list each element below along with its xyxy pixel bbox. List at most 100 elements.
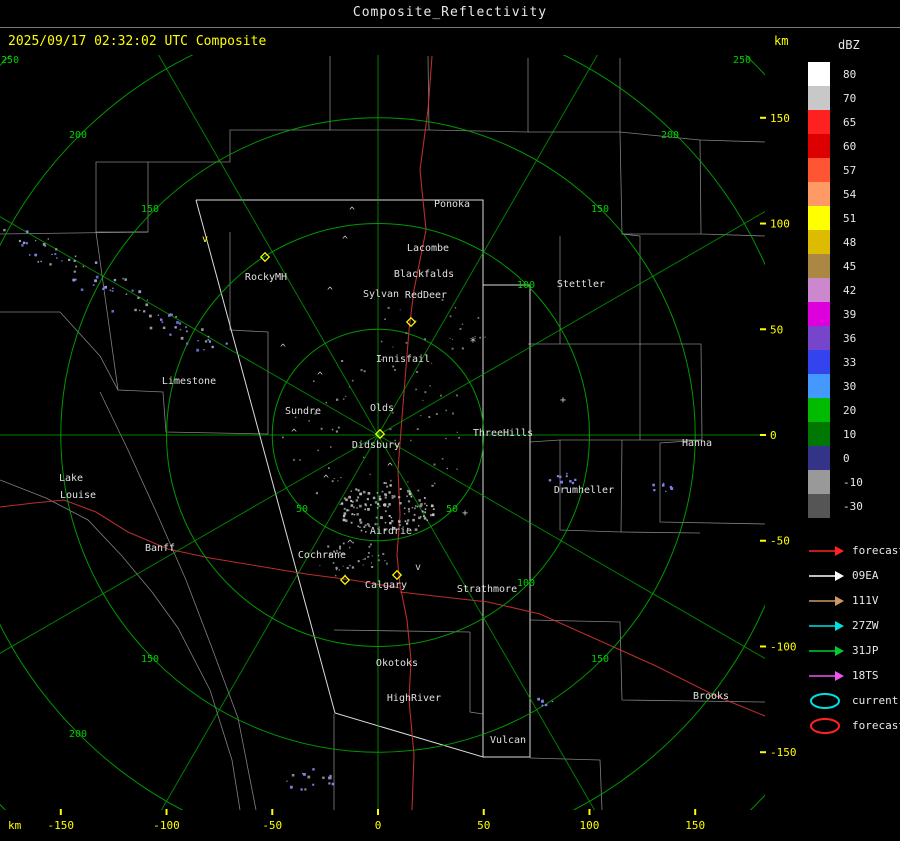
- legend-item: 09EA: [808, 563, 900, 588]
- precip-echo: [331, 480, 334, 483]
- precip-echo: [92, 284, 95, 286]
- colorbar-value: 30: [843, 379, 857, 393]
- precip-echo: [417, 525, 420, 527]
- precip-echo: [75, 265, 78, 268]
- colorbar-value: -10: [843, 475, 863, 489]
- precip-echo: [342, 565, 344, 567]
- precip-echo: [426, 504, 428, 507]
- precip-echo: [138, 290, 142, 294]
- precip-echo: [302, 772, 304, 775]
- precip-echo: [351, 566, 355, 569]
- legend-label: 18TS: [852, 669, 879, 682]
- precip-echo: [407, 507, 410, 510]
- precip-echo: [669, 485, 672, 489]
- precip-echo: [407, 500, 411, 503]
- county-boundary: [0, 311, 269, 435]
- precip-echo: [350, 504, 354, 507]
- precip-echo: [22, 241, 26, 244]
- range-ring-label: 100: [517, 280, 535, 291]
- precip-echo: [420, 415, 422, 417]
- colorbar-entry: 48: [808, 230, 900, 254]
- precip-echo: [25, 230, 29, 233]
- precip-echo: [137, 296, 140, 299]
- county-boundary: [620, 531, 701, 534]
- bottom-axis-unit: km: [8, 819, 22, 832]
- precip-echo: [74, 278, 77, 281]
- colorbar-swatch: [808, 278, 830, 302]
- precip-echo: [149, 326, 153, 330]
- precip-echo: [225, 342, 228, 345]
- precip-echo: [406, 522, 409, 525]
- precip-echo: [571, 481, 575, 485]
- precip-echo: [384, 510, 387, 513]
- bottom-axis-tick-label: 50: [477, 819, 490, 832]
- precip-echo: [104, 285, 107, 289]
- right-axis-tick-label: -150: [770, 746, 797, 759]
- city-label: Limestone: [162, 376, 216, 387]
- precip-echo: [405, 332, 408, 335]
- precip-echo: [376, 492, 378, 494]
- azimuth-line: [158, 55, 379, 436]
- precip-echo: [388, 514, 391, 517]
- precip-echo: [131, 289, 134, 292]
- city-label: Hanna: [682, 438, 712, 449]
- city-label: Lake: [59, 473, 83, 484]
- precip-echo: [459, 328, 462, 330]
- precip-echo: [377, 559, 380, 562]
- precip-echo: [304, 788, 307, 791]
- precip-echo: [416, 505, 419, 508]
- colorbar-value: 36: [843, 331, 857, 345]
- precip-echo: [431, 484, 434, 487]
- precip-echo: [381, 490, 384, 493]
- precip-echo: [55, 248, 58, 251]
- city-label: Okotoks: [376, 658, 418, 669]
- legend-item: current: [808, 688, 900, 713]
- city-label: Drumheller: [554, 485, 614, 496]
- colorbar-entry: 65: [808, 110, 900, 134]
- arrow-head: [835, 620, 844, 631]
- precip-echo: [47, 238, 50, 240]
- caret-marker-icon: ^: [347, 539, 353, 550]
- precip-echo: [386, 562, 388, 565]
- precip-echo: [374, 501, 378, 504]
- precip-echo: [68, 258, 71, 261]
- precip-echo: [346, 566, 349, 570]
- arrow-icon: [808, 641, 844, 661]
- precip-echo: [179, 328, 182, 331]
- bottom-axis-tick-label: 100: [580, 819, 600, 832]
- precip-echo: [18, 239, 22, 243]
- precip-echo: [312, 768, 315, 771]
- precip-echo: [479, 336, 482, 339]
- right-axis: 150 100 50 0 -50 -100 -150: [760, 112, 797, 759]
- precip-echo: [342, 542, 345, 545]
- precip-echo: [404, 520, 407, 522]
- precip-echo: [348, 495, 351, 499]
- legend-glyph: [809, 645, 844, 656]
- precip-echo: [145, 303, 149, 307]
- precip-echo: [435, 413, 438, 415]
- precip-echo: [417, 489, 420, 492]
- precip-echo: [556, 475, 559, 478]
- precip-echo: [405, 341, 408, 344]
- arrow-head: [835, 670, 844, 681]
- precip-echo: [201, 328, 204, 331]
- city-label: HighRiver: [387, 693, 441, 704]
- precip-echo: [426, 519, 428, 521]
- precip-echo: [384, 318, 387, 320]
- precip-echo: [365, 504, 367, 507]
- precip-echo: [371, 566, 374, 569]
- city-label: Didsbury: [352, 440, 400, 451]
- precip-echo: [380, 340, 383, 343]
- county-boundary: [529, 619, 765, 703]
- right-axis-tick-label: 50: [770, 323, 783, 336]
- range-ring-label: 100: [517, 578, 535, 589]
- colorbar-value: 45: [843, 259, 857, 273]
- precip-echo: [335, 566, 338, 569]
- range-ring-label: 250: [733, 55, 751, 66]
- precip-echo: [559, 475, 562, 479]
- precip-echo: [366, 497, 369, 501]
- precip-echo: [25, 241, 28, 245]
- precip-echo: [109, 289, 112, 292]
- vee-marker-icon: v: [415, 562, 421, 573]
- range-ring-label: 150: [141, 654, 159, 665]
